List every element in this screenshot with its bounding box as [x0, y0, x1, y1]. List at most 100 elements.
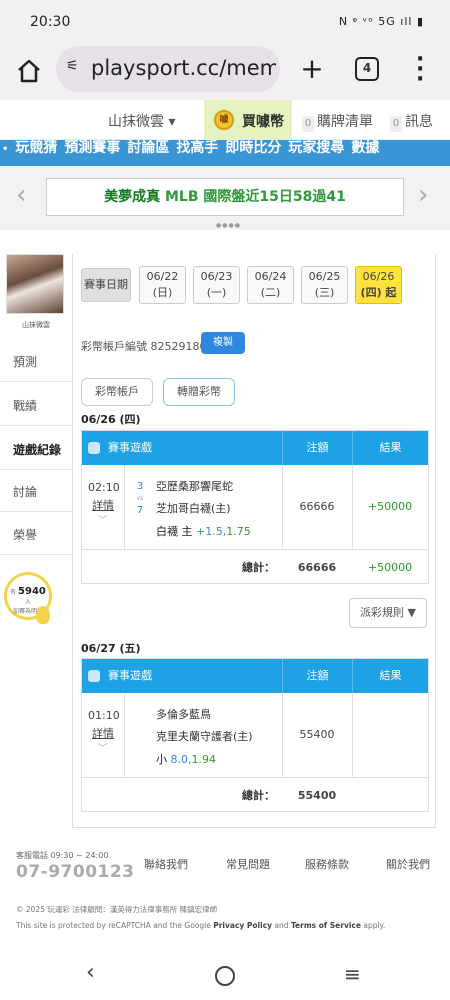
- nav-item-experts[interactable]: 找高手: [176, 140, 218, 156]
- nav-item-predict[interactable]: 預測賽事: [64, 140, 120, 156]
- pick-info: 白襪 主 +1.5,1.75: [156, 523, 251, 539]
- site-footer: 客服電話 09:30 ~ 24:00 07-9700123 聯絡我們 常見問題 …: [0, 840, 450, 940]
- new-tab-button[interactable]: +: [298, 52, 326, 85]
- bet-amount: 55400: [299, 728, 335, 741]
- footer-link-contact[interactable]: 聯絡我們: [144, 856, 188, 872]
- date-button[interactable]: 06/25 (三): [301, 266, 348, 304]
- avatar[interactable]: [6, 254, 64, 314]
- banner-prev-icon[interactable]: ‹: [16, 180, 26, 210]
- captcha-and: and: [274, 921, 289, 930]
- messages-link[interactable]: 0 訊息: [390, 111, 433, 132]
- recent-apps-icon[interactable]: ≡: [344, 962, 361, 986]
- status-bar: 20:30 N ᵠ ᵛᵒ 5G ıll ▮: [0, 0, 450, 46]
- date-filter-label: 賽事日期: [81, 268, 131, 302]
- divider: [352, 693, 353, 777]
- tab-switcher-button[interactable]: 4: [355, 57, 379, 81]
- date-day: (二): [260, 286, 281, 299]
- date-day: (日): [152, 286, 173, 299]
- date-value: 06/26: [362, 270, 395, 283]
- detail-link[interactable]: 詳情: [92, 497, 114, 513]
- header-game: 賽事遊戲: [108, 441, 152, 454]
- team-home: 芝加哥白襪(主): [156, 502, 231, 515]
- chevron-down-icon[interactable]: ﹀: [98, 513, 107, 526]
- purchase-list-link[interactable]: 0 購牌清單: [302, 111, 373, 132]
- address-bar[interactable]: ⚟ playsport.cc/memb: [56, 46, 280, 92]
- url-text[interactable]: playsport.cc/memb: [91, 56, 276, 80]
- date-button[interactable]: 06/24 (二): [247, 266, 294, 304]
- system-nav-bar: ‹ ≡: [0, 950, 450, 1000]
- purchase-count-badge: 0: [302, 116, 314, 132]
- footer-link-terms[interactable]: 服務條款: [305, 856, 349, 872]
- nav-item-livescore[interactable]: 即時比分: [225, 140, 281, 156]
- sidebar-item-discuss[interactable]: 討論: [0, 472, 72, 512]
- home-circle-icon[interactable]: [215, 966, 235, 986]
- sidebar-item-predict[interactable]: 預測: [0, 342, 72, 382]
- footer-link-about[interactable]: 關於我們: [386, 856, 430, 872]
- tab-coin-account[interactable]: 彩幣帳戶: [81, 378, 153, 406]
- nav-item-guess[interactable]: 玩競猜: [15, 140, 57, 156]
- banner-name: 美夢成真: [104, 189, 161, 205]
- pick-odds: 1.75: [226, 525, 251, 538]
- date-value: 06/22: [146, 270, 179, 283]
- date-button[interactable]: 06/23 (一): [193, 266, 240, 304]
- promo-count: 5940: [18, 586, 46, 597]
- banner-slide[interactable]: 美夢成真 MLB 國際盤近15日58過41: [46, 178, 404, 216]
- status-time: 20:30: [30, 14, 71, 30]
- terms-link[interactable]: Terms of Service: [291, 921, 361, 930]
- header-amount: 注額: [282, 431, 352, 465]
- game-time: 01:10: [88, 709, 120, 722]
- divider: [124, 693, 125, 777]
- date-value: 06/24: [254, 270, 287, 283]
- bet-amount: 66666: [299, 500, 335, 513]
- pick-text: 白襪 主: [156, 525, 193, 538]
- date-value: 06/25: [308, 270, 341, 283]
- nav-item-data[interactable]: 數據: [351, 140, 379, 156]
- promo-prefix: 有: [10, 589, 17, 596]
- nav-item-player-search[interactable]: 玩家搜尋: [288, 140, 344, 156]
- promo-unit: 人: [24, 599, 31, 606]
- team-away: 多倫多藍鳥: [156, 708, 211, 721]
- sidebar-item-record[interactable]: 戰績: [0, 386, 72, 426]
- chevron-down-icon[interactable]: ﹀: [98, 741, 107, 754]
- footer-link-faq[interactable]: 常見問題: [226, 856, 270, 872]
- header-result: 結果: [352, 659, 428, 693]
- game-list-icon: [88, 442, 100, 454]
- day-title: 06/26 (四): [81, 413, 141, 426]
- service-hours: 客服電話 09:30 ~ 24:00: [16, 851, 109, 860]
- team-away: 亞歷桑那響尾蛇: [156, 480, 233, 493]
- date-button[interactable]: 06/22 (日): [139, 266, 186, 304]
- total-label: 總計：: [242, 789, 275, 802]
- buy-coin-button[interactable]: 噱 買噱幣: [204, 100, 292, 140]
- banner-carousel: ‹ 美夢成真 MLB 國際盤近15日58過41 › ●●●●: [0, 166, 450, 230]
- tab-transfer-coin[interactable]: 轉贈彩幣: [163, 378, 235, 406]
- date-day: (三): [314, 286, 335, 299]
- date-button-active[interactable]: 06/26 (四) 起: [355, 266, 402, 304]
- back-icon[interactable]: ‹: [86, 960, 95, 985]
- lightbulb-icon: [36, 606, 50, 624]
- score-home: 7: [136, 505, 144, 516]
- home-icon[interactable]: [14, 56, 44, 86]
- sidebar-item-honor[interactable]: 榮譽: [0, 515, 72, 555]
- main-nav: • 玩競猜 預測賽事 討論區 找高手 即時比分 玩家搜尋 數據: [0, 140, 450, 166]
- payout-rules-button[interactable]: 派彩規則 ▼: [349, 598, 427, 628]
- service-phone[interactable]: 07-9700123: [16, 862, 135, 882]
- captcha-apply: apply.: [363, 921, 386, 930]
- privacy-link[interactable]: Privacy Policy: [213, 921, 272, 930]
- browser-menu-icon[interactable]: · · ·: [416, 49, 424, 91]
- banner-next-icon[interactable]: ›: [418, 180, 428, 210]
- total-result: +50000: [367, 561, 413, 574]
- nav-item-forum[interactable]: 討論區: [127, 140, 169, 156]
- copy-button[interactable]: 複製: [201, 332, 245, 354]
- detail-link[interactable]: 詳情: [92, 725, 114, 741]
- recaptcha-notice: This site is protected by reCAPTCHA and …: [16, 921, 385, 930]
- site-settings-icon[interactable]: ⚟: [66, 58, 79, 74]
- browser-toolbar: ⚟ playsport.cc/memb + 4 · · ·: [0, 46, 450, 100]
- nav-bullet-icon: •: [2, 144, 9, 155]
- date-day: (一): [206, 286, 227, 299]
- table-header: 賽事遊戲 注額 結果: [82, 431, 428, 465]
- table-header: 賽事遊戲 注額 結果: [82, 659, 428, 693]
- banner-dots[interactable]: ●●●●: [216, 222, 241, 229]
- sidebar-item-game-log[interactable]: 遊戲紀錄: [0, 430, 72, 470]
- header-game: 賽事遊戲: [108, 669, 152, 682]
- user-dropdown[interactable]: 山抹微雲 ▾: [108, 111, 175, 131]
